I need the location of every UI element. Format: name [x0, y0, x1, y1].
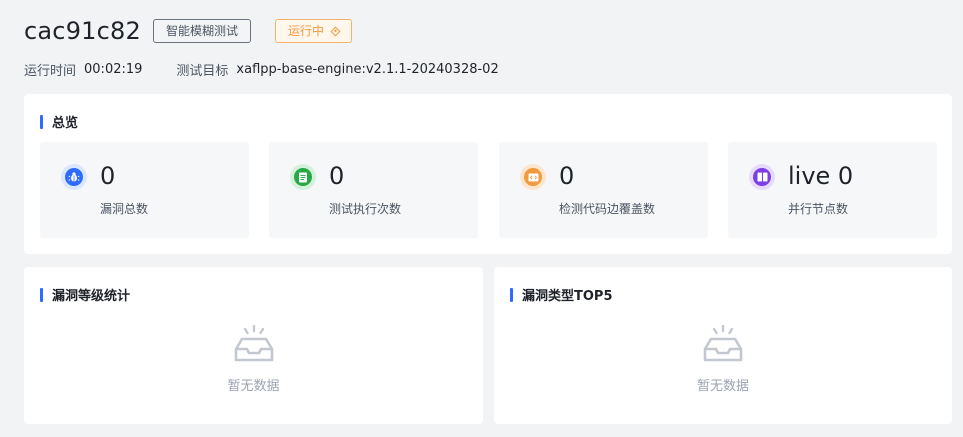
severity-title-text: 漏洞等级统计 — [52, 289, 131, 304]
section-accent-bar — [510, 287, 513, 302]
task-meta-row: 运行时间 00:02:19 测试目标 xaflpp-base-engine:v2… — [24, 60, 939, 79]
target-label: 测试目标 — [176, 64, 229, 79]
empty-inbox-icon — [703, 325, 743, 362]
overview-title-text: 总览 — [52, 116, 79, 131]
stat-label: 漏洞总数 — [100, 202, 149, 216]
top5-title-text: 漏洞类型TOP5 — [522, 289, 613, 304]
overview-title: 总览 — [40, 112, 78, 131]
code-icon — [520, 164, 546, 190]
running-diamond-icon — [330, 26, 341, 36]
empty-state: 暂无数据 — [494, 325, 952, 394]
runtime-label: 运行时间 — [24, 64, 77, 79]
vuln-type-top5-card: 漏洞类型TOP5 暂无数据 — [494, 267, 952, 424]
empty-inbox-icon — [234, 325, 273, 362]
task-type-badge: 智能模糊测试 — [152, 19, 251, 43]
stat-executions: 0 测试执行次数 — [269, 142, 478, 238]
stat-vulnerabilities: 0 漏洞总数 — [40, 142, 249, 238]
target-value: xaflpp-base-engine:v2.1.1-20240328-02 — [236, 62, 499, 77]
runtime-value: 00:02:19 — [84, 62, 143, 77]
top5-title: 漏洞类型TOP5 — [510, 285, 613, 304]
section-accent-bar — [40, 287, 43, 302]
stat-value: 0 — [559, 162, 575, 190]
task-header: cac91c82 智能模糊测试 运行中 运行时间 00:02:19 测试目标 x… — [24, 14, 939, 84]
book-icon — [749, 164, 775, 190]
stat-label: 测试执行次数 — [329, 202, 402, 216]
stat-value: 0 — [329, 162, 345, 190]
status-label: 运行中 — [288, 24, 325, 38]
stat-edge-coverage: 0 检测代码边覆盖数 — [499, 142, 708, 238]
title-row: cac91c82 智能模糊测试 运行中 — [24, 14, 939, 48]
stat-value: 0 — [100, 162, 116, 190]
stat-value: live 0 — [788, 162, 854, 190]
task-title: cac91c82 — [24, 17, 141, 45]
overview-card: 总览 0 漏洞总数 0 测试执行次数 0 检测代码边覆盖数 live 0 并行节… — [24, 94, 952, 254]
stat-parallel-nodes: live 0 并行节点数 — [728, 142, 937, 238]
stat-label: 并行节点数 — [788, 202, 849, 216]
empty-state-text: 暂无数据 — [696, 379, 749, 394]
severity-stats-card: 漏洞等级统计 暂无数据 — [24, 267, 483, 424]
bug-icon — [61, 164, 87, 190]
stat-label: 检测代码边覆盖数 — [559, 202, 656, 216]
severity-title: 漏洞等级统计 — [40, 285, 130, 304]
empty-state: 暂无数据 — [24, 325, 483, 394]
document-icon — [290, 164, 316, 190]
empty-state-text: 暂无数据 — [227, 379, 280, 394]
section-accent-bar — [40, 114, 43, 129]
status-badge: 运行中 — [275, 19, 353, 43]
